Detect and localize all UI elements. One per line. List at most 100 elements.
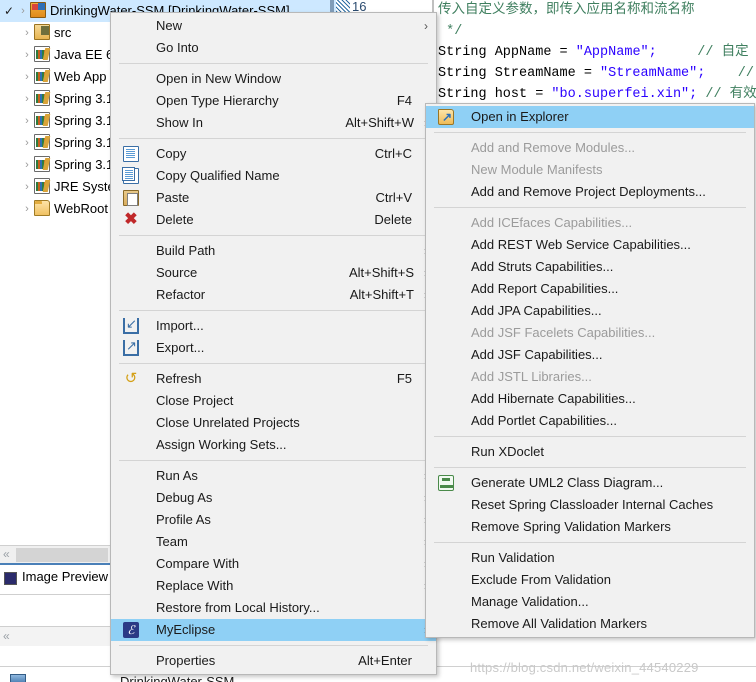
expand-chevron-icon[interactable]: › [20,22,34,44]
menu-item[interactable]: Show InAlt+Shift+W› [111,112,436,134]
lower-collapse-chevron-icon[interactable]: « [3,629,10,643]
menu-item[interactable]: Compare With› [111,553,436,575]
menu-item-label: Build Path [156,243,216,258]
menu-item-label: Open in Explorer [471,109,569,124]
menu-item[interactable]: Exclude From Validation [426,569,754,591]
menu-item[interactable]: Copy Qualified Name [111,165,436,187]
menu-item[interactable]: Add and Remove Project Deployments... [426,181,754,203]
menu-item[interactable]: Import... [111,313,436,337]
menu-item[interactable]: Go Into [111,37,436,59]
menu-item-label: Add Struts Capabilities... [471,259,614,274]
menu-item-label: Open in New Window [156,71,281,86]
code-declaration: String host = [438,87,552,102]
expand-chevron-icon[interactable]: › [20,132,34,154]
menu-item[interactable]: Run XDoclet [426,441,754,463]
expand-chevron-icon[interactable]: › [20,44,34,66]
tree-row-label: WebRoot [54,201,108,216]
image-preview-icon [4,572,17,585]
expand-chevron-icon[interactable]: › [20,88,34,110]
code-line: String StreamName = "StreamName"; // [430,63,756,84]
menu-item[interactable]: Generate UML2 Class Diagram... [426,472,754,494]
menu-item[interactable]: Run As› [111,465,436,487]
view-toolbar-area [16,548,108,562]
menu-item[interactable]: Export... [111,335,436,359]
menu-item[interactable]: Add JSF Capabilities... [426,344,754,366]
project-status-icon [10,674,26,682]
menu-item[interactable]: Run Validation [426,547,754,569]
expand-chevron-icon[interactable]: › [16,0,30,22]
expand-chevron-icon[interactable]: › [20,66,34,88]
collapse-chevron-icon[interactable]: « [3,547,10,561]
library-icon [34,112,50,128]
menu-item[interactable]: ✖ Delete Delete [111,209,436,231]
menu-item[interactable]: Debug As› [111,487,436,509]
project-icon [30,2,46,18]
expand-chevron-icon[interactable]: › [20,176,34,198]
menu-item-label: Add JSF Facelets Capabilities... [471,325,656,340]
expand-chevron-icon[interactable]: › [20,154,34,176]
menu-item[interactable]: Build Path› [111,240,436,262]
menu-item[interactable]: Manage Validation... [426,591,754,613]
menu-item[interactable]: Add REST Web Service Capabilities... [426,234,754,256]
menu-separator [119,235,428,236]
menu-item[interactable]: Open in New Window [111,68,436,90]
menu-separator [434,542,746,543]
myeclipse-submenu[interactable]: Open in Explorer Add and Remove Modules..… [425,103,755,638]
expand-chevron-icon[interactable]: › [20,110,34,132]
code-declaration: String AppName = [438,45,576,60]
code-editor[interactable]: 传入自定义参数，即传入应用名称和流名称 */ String AppName = "… [430,0,756,110]
library-icon [34,68,50,84]
menu-item-label: Generate UML2 Class Diagram... [471,475,664,490]
menu-item[interactable]: Remove Spring Validation Markers [426,516,754,538]
menu-item: Add JSF Facelets Capabilities... [426,322,754,344]
menu-item[interactable]: Restore from Local History... [111,597,436,619]
menu-item: New Module Manifests [426,159,754,181]
delete-icon: ✖ [124,211,138,228]
tree-row-label: src [54,25,72,40]
menu-item[interactable]: ℰMyEclipse› [111,619,436,641]
menu-item[interactable]: Add JPA Capabilities... [426,300,754,322]
library-icon [34,156,50,172]
menu-item-label: Close Unrelated Projects [156,415,300,430]
menu-item[interactable]: Remove All Validation Markers [426,613,754,635]
menu-item[interactable]: Close Project [111,390,436,412]
menu-item-label: Copy [156,146,187,161]
menu-item[interactable]: SourceAlt+Shift+S› [111,262,436,284]
menu-item-label: Export... [156,340,205,355]
menu-item[interactable]: Properties Alt+Enter [111,650,436,672]
menu-item: Add ICEfaces Capabilities... [426,212,754,234]
export-icon [123,335,139,357]
menu-item[interactable]: Team› [111,531,436,553]
menu-item[interactable]: Open in Explorer [426,106,754,128]
menu-item[interactable]: Copy Ctrl+C [111,143,436,165]
view-toolbar-strip: « [0,545,110,563]
menu-item[interactable]: Replace With› [111,575,436,597]
library-icon [34,134,50,150]
menu-item[interactable]: ↺ Refresh F5 [111,368,436,390]
menu-item-label: Import... [156,318,204,333]
lower-view-strip: « [0,626,110,646]
menu-item-label: Add Portlet Capabilities... [471,413,617,428]
menu-item[interactable]: RefactorAlt+Shift+T› [111,284,436,306]
menu-item[interactable]: Reset Spring Classloader Internal Caches [426,494,754,516]
paste-icon [123,190,139,206]
menu-item[interactable]: Add Report Capabilities... [426,278,754,300]
image-preview-view[interactable]: Image Preview [0,566,110,592]
context-menu[interactable]: New › Go Into Open in New Window Open Type H… [110,12,437,675]
menu-item[interactable]: Profile As› [111,509,436,531]
code-line: */ [430,21,756,42]
view-active-underline [0,563,110,565]
menu-item-label: New [156,18,183,33]
menu-item-shortcut: Ctrl+C [374,146,412,161]
copy-icon [123,146,139,162]
expand-chevron-icon[interactable]: › [20,198,34,220]
menu-item[interactable]: Paste Ctrl+V [111,187,436,209]
open-in-explorer-icon [438,106,454,128]
menu-item[interactable]: Add Portlet Capabilities... [426,410,754,432]
menu-item[interactable]: New › [111,15,436,37]
menu-item[interactable]: Open Type Hierarchy F4 [111,90,436,112]
menu-item[interactable]: Assign Working Sets... [111,434,436,456]
menu-item[interactable]: Add Hibernate Capabilities... [426,388,754,410]
menu-item[interactable]: Close Unrelated Projects [111,412,436,434]
menu-item[interactable]: Add Struts Capabilities... [426,256,754,278]
